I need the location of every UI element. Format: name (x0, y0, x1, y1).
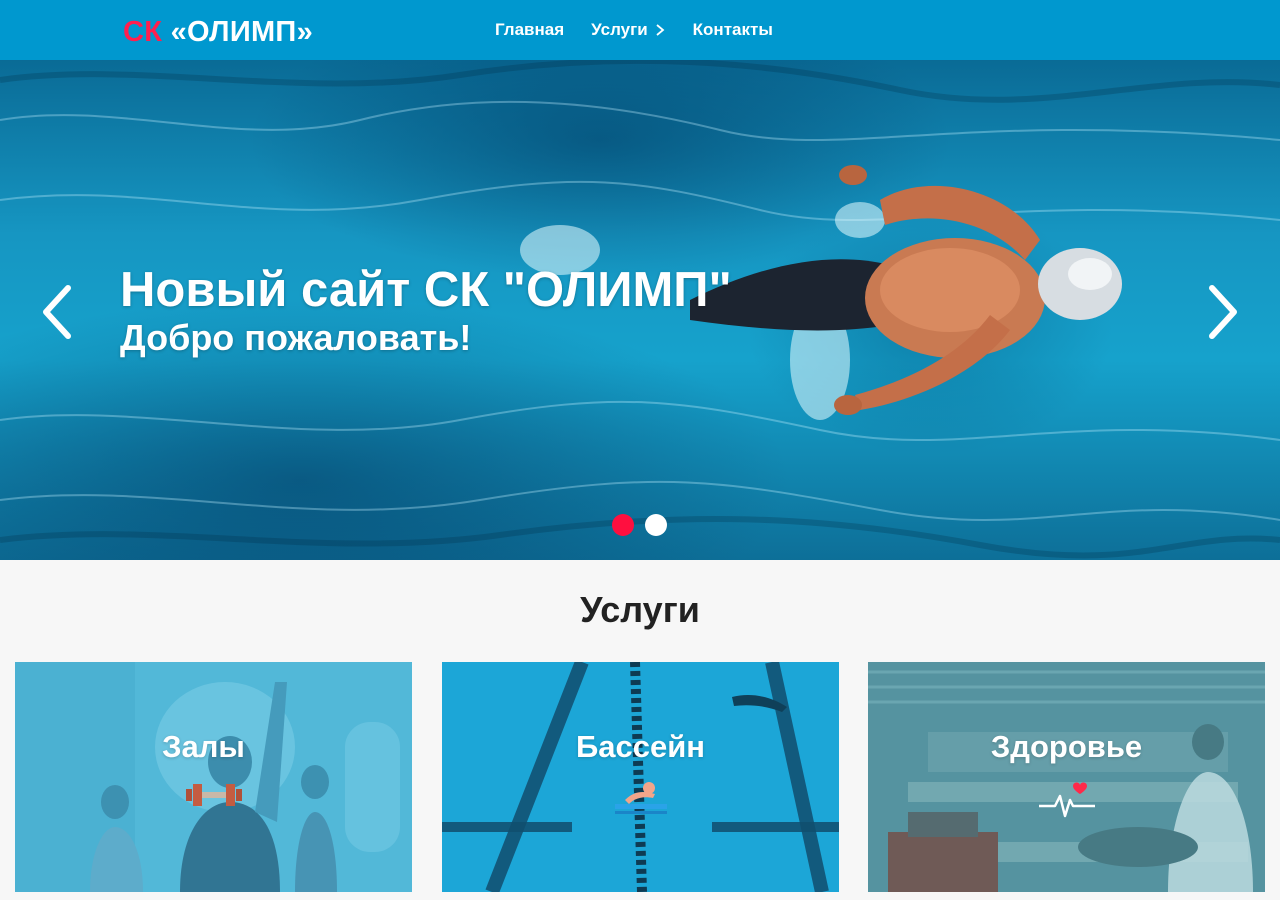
nav-home[interactable]: Главная (495, 20, 564, 40)
sauna-photo (868, 662, 1265, 892)
hero-title: Новый сайт СК "ОЛИМП" (120, 263, 732, 317)
main-nav: Главная Услуги Контакты (495, 0, 773, 60)
slider-dot-1[interactable] (612, 514, 634, 536)
nav-services[interactable]: Услуги (591, 20, 666, 40)
services-heading: Услуги (580, 589, 700, 630)
slider-prev-button[interactable] (36, 282, 80, 342)
logo-name: «ОЛИМП» (170, 16, 313, 48)
service-card-gym[interactable]: Залы (15, 662, 412, 892)
heartbeat-icon (868, 780, 1265, 822)
chevron-right-icon (1209, 285, 1237, 339)
swimmer-icon (442, 780, 839, 822)
service-card-title: Залы (162, 729, 245, 764)
gym-photo (15, 662, 412, 892)
slider-dot-2[interactable] (645, 514, 667, 536)
nav-home-label: Главная (495, 20, 565, 39)
hero-subtitle: Добро пожаловать! (120, 317, 472, 358)
nav-services-label: Услуги (591, 20, 648, 39)
logo-prefix: СК (123, 16, 163, 48)
top-navbar: СК «ОЛИМП» Главная Услуги Контакты (0, 0, 1280, 60)
chevron-left-icon (43, 285, 71, 339)
service-card-health[interactable]: Здоровье (868, 662, 1265, 892)
service-card-title: Бассейн (575, 729, 706, 764)
nav-contacts-label: Контакты (692, 20, 773, 39)
site-logo[interactable]: СК «ОЛИМП» (123, 15, 313, 49)
hero-slider: Новый сайт СК "ОЛИМП" Добро пожаловать! (0, 60, 1280, 560)
nav-contacts[interactable]: Контакты (693, 20, 773, 40)
chevron-right-icon (656, 24, 665, 36)
service-card-pool[interactable]: Бассейн (442, 662, 839, 892)
pool-photo (442, 662, 839, 892)
dumbbell-icon (15, 780, 412, 822)
slider-next-button[interactable] (1200, 282, 1244, 342)
service-card-title: Здоровье (990, 729, 1143, 764)
slider-dots (612, 514, 667, 536)
